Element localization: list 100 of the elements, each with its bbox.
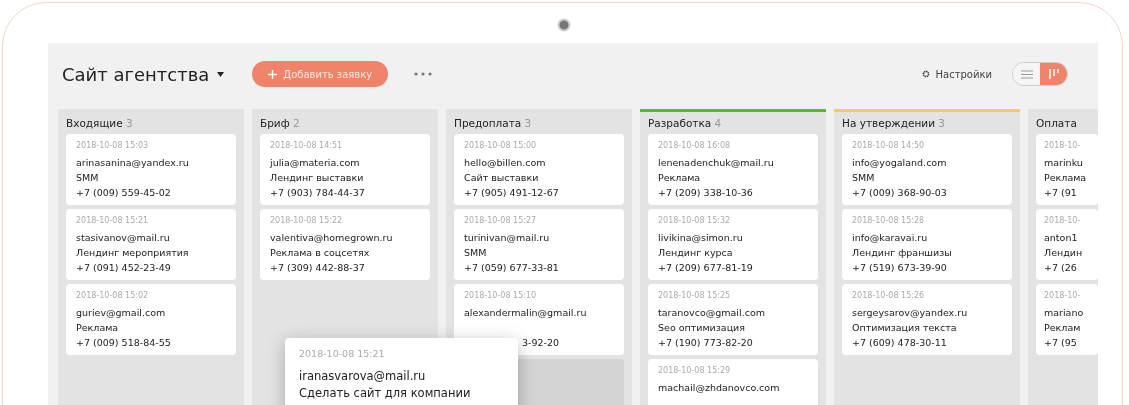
card-service: SMM	[76, 171, 100, 185]
request-card[interactable]: 2018-10-08 15:03 arinasanina@yandex.ru SMM +7 (009) 559-45-02	[66, 134, 236, 205]
card-phone: +7 (903) 784-44-37	[270, 186, 366, 200]
card-phone: +7 (209) 677-81-19	[658, 261, 754, 275]
card-phone: +7 (009) 559-45-02	[76, 186, 172, 200]
view-tab[interactable]	[1040, 63, 1067, 85]
request-card[interactable]: 2018-10-08 15:10 alexandermalin@gmail.ru 3-92-20	[454, 284, 624, 355]
card-phone: +7 (091) 452-23-49	[76, 261, 172, 275]
card-email: turinivan@mail.ru	[464, 231, 551, 245]
settings-icon[interactable]	[921, 70, 930, 78]
request-card[interactable]: 2018-10-08 15:00 hello@billen.com Сайт выставки +7 (905) 491-12-67	[454, 134, 624, 205]
card-service: Реклам	[1044, 321, 1082, 335]
card-service: Оптимизация текста	[852, 321, 958, 335]
card-date: 2018-10-08 16:08	[658, 140, 732, 152]
caret-icon[interactable]	[217, 71, 225, 77]
request-card[interactable]: 2018-10-08 16:08 lenenadenchuk@mail.ru Реклама +7 (209) 338-10-36	[648, 134, 818, 205]
card-email: info@yogaland.com	[852, 156, 948, 170]
request-card[interactable]: 2018-10-08 15:22 valentiva@homegrown.ru Реклама в соцсетях +7 (309) 442-88-37	[260, 209, 430, 280]
card-date: 2018-10-08 15:03	[76, 140, 150, 152]
card-date: 2018-10-08 15:25	[658, 290, 732, 302]
card-date: 2018-10-08 15:10	[464, 290, 538, 302]
card-email: iranasvarova@mail.ru	[299, 368, 427, 385]
card-service: Лендинг мероприятия	[76, 246, 190, 260]
request-card[interactable]: 2018-10-08 15:21 iranasvarova@mail.ru Сделать сайт для компании	[285, 338, 518, 405]
request-card[interactable]: 2018-10-08 15:29 machail@zhdanovco.com	[648, 359, 818, 405]
card-service: Сделать сайт для компании	[299, 385, 472, 402]
card-service: Реклама	[658, 171, 702, 185]
request-card[interactable]: 2018-10-08 15:02 guriev@gmail.com Реклама +7 (009) 518-84-55	[66, 284, 236, 355]
columns-icon	[1048, 69, 1059, 79]
card-date: 2018-10-	[1044, 215, 1082, 227]
card-email: valentiva@homegrown.ru	[270, 231, 394, 245]
card-phone: +7 (26	[1044, 261, 1078, 275]
more-icon[interactable]	[414, 72, 433, 76]
card-date: 2018-10-08 15:22	[270, 215, 344, 227]
card-phone: +7 (009) 518-84-55	[76, 336, 172, 350]
card-phone: +7 (905) 491-12-67	[464, 186, 560, 200]
card-date: 2018-10-08 15:29	[658, 365, 732, 377]
card-phone: +7 (059) 677-33-81	[464, 261, 560, 275]
request-card[interactable]: 2018-10-08 15:32 livikina@simon.ru Лендинг курса +7 (209) 677-81-19	[648, 209, 818, 280]
card-date: 2018-10-08 14:50	[852, 140, 926, 152]
card-phone: +7 (91	[1044, 186, 1078, 200]
card-service: Сайт выставки	[464, 171, 540, 185]
request-card[interactable]: 2018-10-08 14:51 julia@materia.com Лендинг выставки +7 (903) 784-44-37	[260, 134, 430, 205]
card-email: alexandermalin@gmail.ru	[464, 306, 588, 320]
card-service: Реклама	[1044, 171, 1088, 185]
card-date: 2018-10-08 15:00	[464, 140, 538, 152]
card-date: 2018-10-08 15:21	[299, 348, 386, 360]
card-email: stasivanov@mail.ru	[76, 231, 171, 245]
board-title: Сайт агентства	[62, 63, 210, 85]
request-card[interactable]: 2018-10- anton1 Лендин +7 (26	[1036, 209, 1098, 280]
card-phone: +7 (209) 338-10-36	[658, 186, 754, 200]
request-card[interactable]: 2018-10- marinku Реклама +7 (91	[1036, 134, 1098, 205]
request-card[interactable]: 2018-10-08 15:25 taranovco@gmail.com Seo оптимизация +7 (190) 773-82-20	[648, 284, 818, 355]
request-card[interactable]: 2018-10-08 15:26 sergeysarov@yandex.ru Оптимизация текста +7 (609) 478-30-11	[842, 284, 1012, 355]
card-phone: +7 (609) 478-30-11	[852, 336, 948, 350]
card-email: anton1	[1044, 231, 1079, 245]
card-email: livikina@simon.ru	[658, 231, 744, 245]
card-email: marinku	[1044, 156, 1084, 170]
plus-icon	[268, 69, 278, 79]
column-title: Предоплата 3	[453, 116, 533, 131]
card-date: 2018-10-08 15:26	[852, 290, 926, 302]
list-icon	[1020, 69, 1033, 79]
card-email: machail@zhdanovco.com	[658, 381, 781, 395]
card-email: mariano	[1044, 306, 1085, 320]
card-phone: 3-92-20	[521, 336, 561, 350]
card-service: SMM	[852, 171, 876, 185]
column-title: Бриф 2	[259, 116, 301, 131]
card-phone: +7 (95	[1044, 336, 1078, 350]
card-email: sergeysarov@yandex.ru	[852, 306, 969, 320]
card-date: 2018-10-08 15:28	[852, 215, 926, 227]
card-phone: +7 (190) 773-82-20	[658, 336, 754, 350]
card-date: 2018-10-08 14:51	[270, 140, 344, 152]
card-date: 2018-10-08 15:27	[464, 215, 538, 227]
card-service: Лендин	[1044, 246, 1084, 260]
settings-link[interactable]: Настройки	[935, 68, 992, 80]
request-card[interactable]: 2018-10-08 14:50 info@yogaland.com SMM +7 (009) 368-90-03	[842, 134, 1012, 205]
card-phone: +7 (519) 673-39-90	[852, 261, 948, 275]
request-card[interactable]: 2018-10- mariano Реклам +7 (95	[1036, 284, 1098, 355]
request-card[interactable]: 2018-10-08 15:27 turinivan@mail.ru SMM +7 (059) 677-33-81	[454, 209, 624, 280]
card-email: info@karavai.ru	[852, 231, 929, 245]
card-email: taranovco@gmail.com	[658, 306, 766, 320]
card-service: Реклама	[76, 321, 120, 335]
request-card[interactable]: 2018-10-08 15:21 stasivanov@mail.ru Лендинг мероприятия +7 (091) 452-23-49	[66, 209, 236, 280]
card-date: 2018-10-08 15:21	[76, 215, 150, 227]
card-service: Лендинг франшизы	[852, 246, 953, 260]
card-date: 2018-10-	[1044, 140, 1082, 152]
column-title: Разработка 4	[647, 116, 723, 131]
card-email: julia@materia.com	[270, 156, 361, 170]
card-service: SMM	[464, 246, 488, 260]
card-service: Seo оптимизация	[658, 321, 746, 335]
camera-icon	[557, 18, 571, 32]
column-title: На утверждении 3	[841, 116, 947, 131]
card-service: Реклама в соцсетях	[270, 246, 371, 260]
card-service: Лендинг курса	[658, 246, 734, 260]
card-phone: +7 (309) 442-88-37	[270, 261, 366, 275]
card-email: lenenadenchuk@mail.ru	[658, 156, 775, 170]
card-phone: +7 (009) 368-90-03	[852, 186, 948, 200]
column-title: Входящие 3	[65, 116, 134, 131]
card-date: 2018-10-	[1044, 290, 1082, 302]
request-card[interactable]: 2018-10-08 15:28 info@karavai.ru Лендинг франшизы +7 (519) 673-39-90	[842, 209, 1012, 280]
